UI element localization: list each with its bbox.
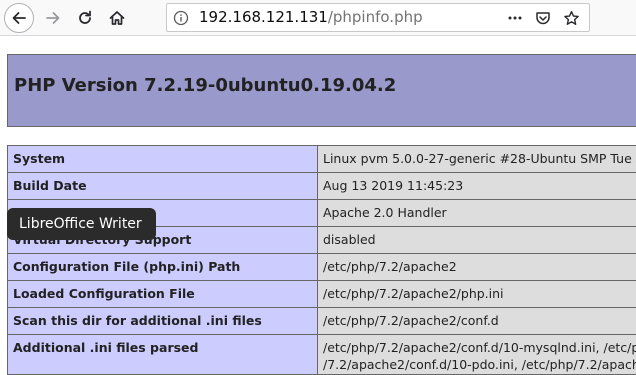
forward-arrow-icon	[44, 9, 62, 27]
row-key: Loaded Configuration File	[8, 281, 318, 308]
row-key: Additional .ini files parsed	[8, 335, 318, 375]
back-button[interactable]	[4, 3, 34, 33]
reload-button[interactable]	[70, 3, 100, 33]
url-path: /phpinfo.php	[328, 8, 423, 26]
row-value: disabled	[318, 227, 636, 254]
pocket-button[interactable]	[533, 8, 553, 28]
browser-toolbar: 192.168.121.131/phpinfo.php	[0, 0, 636, 36]
row-value: Linux pvm 5.0.0-27-generic #28-Ubuntu SM…	[318, 146, 636, 173]
row-value: /etc/php/7.2/apache2	[318, 254, 636, 281]
row-key: Configuration File (php.ini) Path	[8, 254, 318, 281]
phpinfo-table: System Linux pvm 5.0.0-27-generic #28-Ub…	[7, 145, 636, 375]
row-key: System	[8, 146, 318, 173]
home-icon	[108, 9, 126, 27]
row-value: Aug 13 2019 11:45:23	[318, 173, 636, 200]
back-arrow-icon	[10, 9, 28, 27]
reload-icon	[76, 9, 94, 27]
row-value: /etc/php/7.2/apache2/conf.d/10-mysqlnd.i…	[318, 335, 636, 375]
page-actions-button[interactable]	[505, 8, 525, 28]
star-icon	[563, 10, 580, 27]
row-value: /etc/php/7.2/apache2/conf.d	[318, 308, 636, 335]
row-key: Scan this dir for additional .ini files	[8, 308, 318, 335]
info-icon[interactable]	[173, 10, 189, 26]
table-row: Scan this dir for additional .ini files …	[8, 308, 636, 335]
table-row: Configuration File (php.ini) Path /etc/p…	[8, 254, 636, 281]
table-row: Additional .ini files parsed /etc/php/7.…	[8, 335, 636, 375]
row-key: Build Date	[8, 173, 318, 200]
url-host: 192.168.121.131	[199, 8, 328, 26]
bookmark-button[interactable]	[561, 8, 581, 28]
row-value: Apache 2.0 Handler	[318, 200, 636, 227]
table-row: System Linux pvm 5.0.0-27-generic #28-Ub…	[8, 146, 636, 173]
address-bar[interactable]: 192.168.121.131/phpinfo.php	[166, 3, 590, 32]
more-actions-icon	[507, 10, 523, 26]
tooltip-text: LibreOffice Writer	[19, 216, 142, 232]
php-version-header: PHP Version 7.2.19-0ubuntu0.19.04.2	[7, 54, 636, 127]
row-value-line-1: /etc/php/7.2/apache2/conf.d/10-mysqlnd.i…	[323, 340, 636, 355]
forward-button[interactable]	[38, 3, 68, 33]
row-value: /etc/php/7.2/apache2/php.ini	[318, 281, 636, 308]
home-button[interactable]	[102, 3, 132, 33]
pocket-icon	[535, 10, 551, 26]
page-title: PHP Version 7.2.19-0ubuntu0.19.04.2	[14, 75, 396, 96]
taskbar-tooltip: LibreOffice Writer	[7, 208, 156, 240]
url-text[interactable]: 192.168.121.131/phpinfo.php	[199, 8, 423, 27]
table-row: Loaded Configuration File /etc/php/7.2/a…	[8, 281, 636, 308]
table-row: Build Date Aug 13 2019 11:45:23	[8, 173, 636, 200]
